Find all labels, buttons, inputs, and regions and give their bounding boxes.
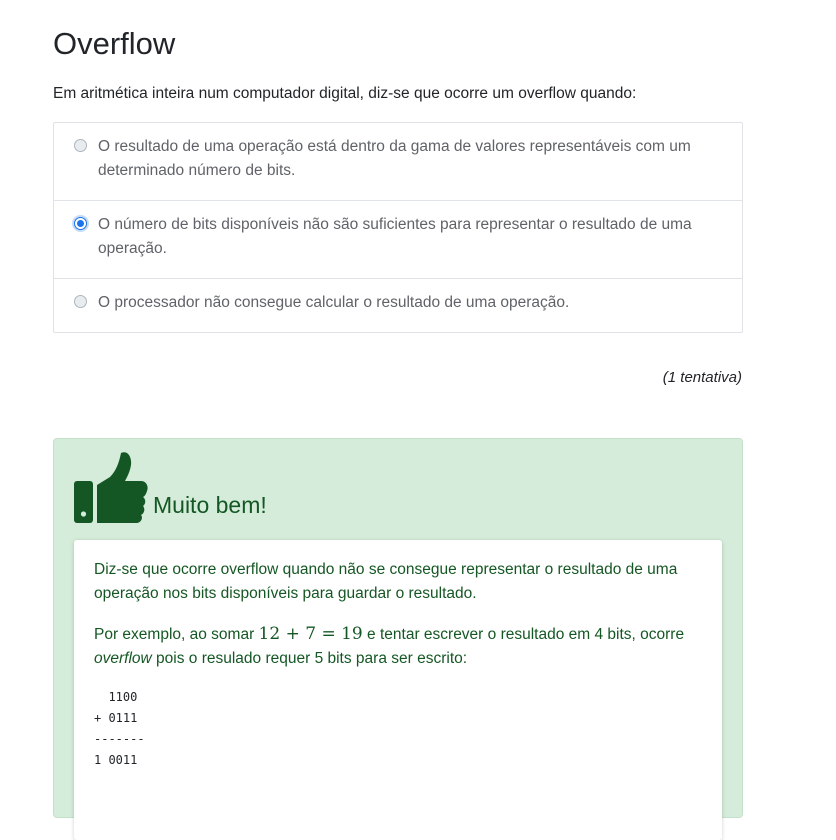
text-segment: Por exemplo, ao somar bbox=[94, 626, 259, 643]
option-2[interactable]: O processador não consegue calcular o re… bbox=[54, 278, 742, 332]
code-line: ------- bbox=[94, 732, 145, 746]
option-label: O processador não consegue calcular o re… bbox=[98, 294, 570, 311]
option-label: O resultado de uma operação está dentro … bbox=[98, 138, 691, 179]
feedback-panel: Muito bem! Diz-se que ocorre overflow qu… bbox=[53, 438, 743, 840]
answer-options: O resultado de uma operação está dentro … bbox=[53, 122, 743, 333]
feedback-explanation-card: Diz-se que ocorre overflow quando não se… bbox=[74, 540, 722, 840]
attempts-count: (1 tentativa) bbox=[662, 369, 742, 386]
question-text: Em aritmética inteira num computador dig… bbox=[53, 85, 637, 102]
radio-button[interactable] bbox=[74, 295, 87, 308]
feedback-example-paragraph: Por exemplo, ao somar 12 + 7 = 19 e tent… bbox=[94, 622, 702, 671]
radio-button[interactable] bbox=[74, 139, 87, 152]
text-segment: e tentar escrever o resultado em 4 bits,… bbox=[362, 626, 685, 643]
option-label: O número de bits disponíveis não são suf… bbox=[98, 216, 692, 257]
code-line: 1100 bbox=[94, 690, 138, 704]
emphasis-text: overflow bbox=[94, 650, 152, 667]
option-0[interactable]: O resultado de uma operação está dentro … bbox=[54, 123, 742, 200]
thumbs-up-icon bbox=[74, 452, 148, 523]
math-expression: 12 + 7 = 19 bbox=[258, 624, 363, 644]
binary-sum-code-block: 1100 + 0111 ------- 1 0011 bbox=[94, 687, 702, 771]
feedback-title: Muito bem! bbox=[153, 492, 267, 518]
radio-button-selected[interactable] bbox=[74, 217, 87, 230]
page: Overflow Em aritmética inteira num compu… bbox=[0, 0, 836, 840]
page-title: Overflow bbox=[53, 26, 176, 61]
text-segment: pois o resulado requer 5 bits para ser e… bbox=[151, 650, 468, 667]
code-line: 1 0011 bbox=[94, 753, 138, 767]
option-1[interactable]: O número de bits disponíveis não são suf… bbox=[54, 200, 742, 278]
code-line: + 0111 bbox=[94, 711, 138, 725]
feedback-paragraph: Diz-se que ocorre overflow quando não se… bbox=[94, 561, 678, 602]
